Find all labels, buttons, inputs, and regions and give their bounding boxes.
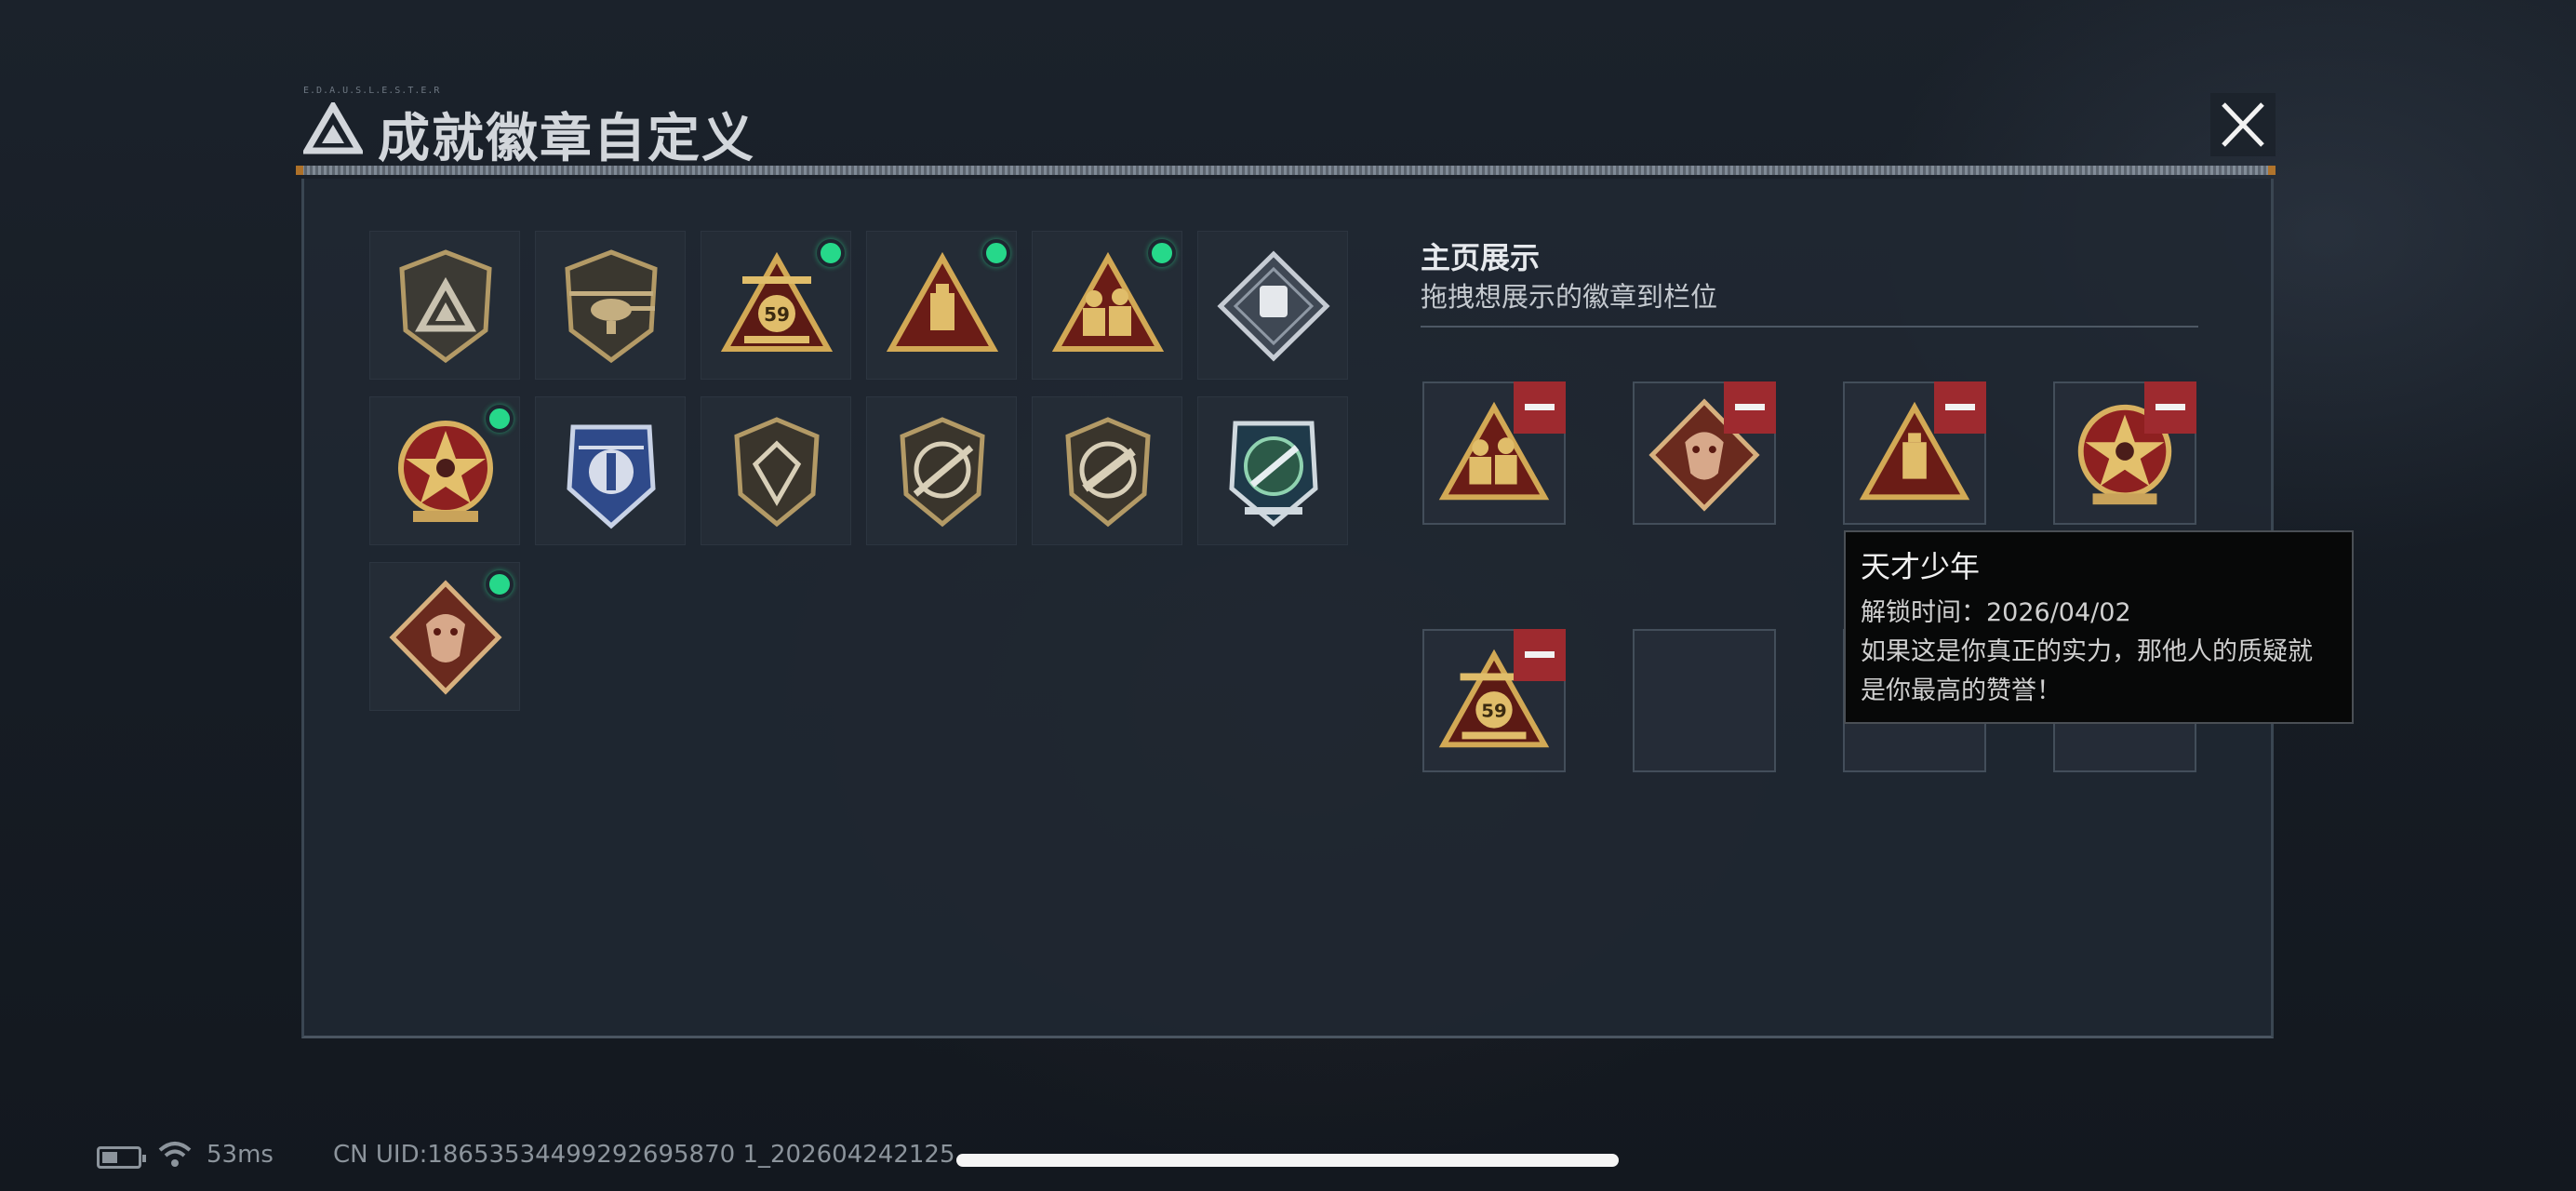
- rifle-shield-badge-icon: [900, 417, 985, 528]
- badge-cell[interactable]: [535, 231, 686, 380]
- showcase-slot[interactable]: [1843, 381, 1986, 525]
- badge-cell[interactable]: [535, 396, 686, 545]
- shield-triangle-badge-icon: [399, 249, 492, 364]
- badge-cell[interactable]: [1197, 231, 1348, 380]
- badge-cell[interactable]: [369, 562, 520, 711]
- header-divider: [296, 166, 2276, 175]
- ping-value: 53ms: [207, 1141, 274, 1169]
- new-indicator: [486, 405, 514, 433]
- new-indicator: [817, 239, 845, 267]
- new-indicator: [486, 570, 514, 598]
- green-missile-badge-icon: [1229, 421, 1318, 528]
- new-indicator: [982, 239, 1010, 267]
- remove-button[interactable]: [1514, 381, 1566, 434]
- svg-text:59: 59: [764, 303, 790, 326]
- badge-cell[interactable]: [1032, 231, 1182, 380]
- badge-cell[interactable]: [701, 396, 851, 545]
- badge-cell[interactable]: 59: [701, 231, 851, 380]
- remove-button[interactable]: [1934, 381, 1986, 434]
- crystal-shield-badge-icon: [734, 417, 820, 528]
- helicopter-badge-icon: [565, 249, 658, 364]
- dialog-header: E.D.A.U.S.L.E.S.T.E.R 成就徽章自定义: [296, 86, 2276, 179]
- showcase-slot[interactable]: [1633, 381, 1776, 525]
- home-indicator[interactable]: [956, 1154, 1619, 1167]
- red-star-skull-badge-icon: [398, 421, 493, 522]
- badge-cell[interactable]: [369, 231, 520, 380]
- silver-diamond-badge-icon: [1217, 250, 1330, 362]
- blue-wings-badge-icon: [567, 424, 656, 529]
- triangle-logo-icon: [303, 102, 363, 154]
- remove-button[interactable]: [1514, 629, 1566, 681]
- gold-triangle-soldiers-badge-icon: [1051, 251, 1165, 352]
- showcase-slot-empty[interactable]: [1633, 629, 1776, 772]
- badge-cell[interactable]: [1032, 396, 1182, 545]
- showcase-subtitle: 拖拽想展示的徽章到栏位: [1421, 281, 1718, 313]
- badge-cell[interactable]: [369, 396, 520, 545]
- badge-cell[interactable]: [1197, 396, 1348, 545]
- wifi-icon: [158, 1142, 192, 1167]
- showcase-title: 主页展示: [1421, 240, 1541, 275]
- showcase-divider: [1421, 326, 2198, 328]
- dragon-diamond-badge-icon: [389, 580, 502, 695]
- showcase-slot[interactable]: [1422, 381, 1566, 525]
- showcase-slot[interactable]: [2053, 381, 2196, 525]
- remove-button[interactable]: [1724, 381, 1776, 434]
- svg-text:59: 59: [1481, 701, 1506, 722]
- tooltip-title: 天才少年: [1861, 549, 1981, 584]
- badge-cell[interactable]: [866, 396, 1017, 545]
- badge-cell[interactable]: [866, 231, 1017, 380]
- header-deco-text: E.D.A.U.S.L.E.S.T.E.R: [303, 86, 441, 96]
- new-indicator: [1148, 239, 1176, 267]
- badge-tooltip: 天才少年 解锁时间：2026/04/02 如果这是你真正的实力，那他人的质疑就 …: [1844, 530, 2354, 724]
- tooltip-unlock-time: 解锁时间：2026/04/02: [1861, 598, 2131, 627]
- close-icon[interactable]: [2210, 93, 2276, 156]
- tooltip-description-line2: 是你最高的赞誉！: [1861, 676, 2062, 705]
- remove-button[interactable]: [2144, 381, 2196, 434]
- smg-shield-badge-icon: [1065, 417, 1151, 528]
- showcase-slot[interactable]: 59: [1422, 629, 1566, 772]
- uid-text: CN UID:18653534499292695870 1_2026042421…: [333, 1141, 955, 1169]
- page-title: 成就徽章自定义: [378, 109, 755, 169]
- gold-triangle-bottle-badge-icon: [886, 251, 999, 352]
- tooltip-description-line1: 如果这是你真正的实力，那他人的质疑就: [1861, 637, 2313, 666]
- battery-icon: [97, 1146, 146, 1169]
- gold-59-badge-icon: 59: [720, 251, 834, 352]
